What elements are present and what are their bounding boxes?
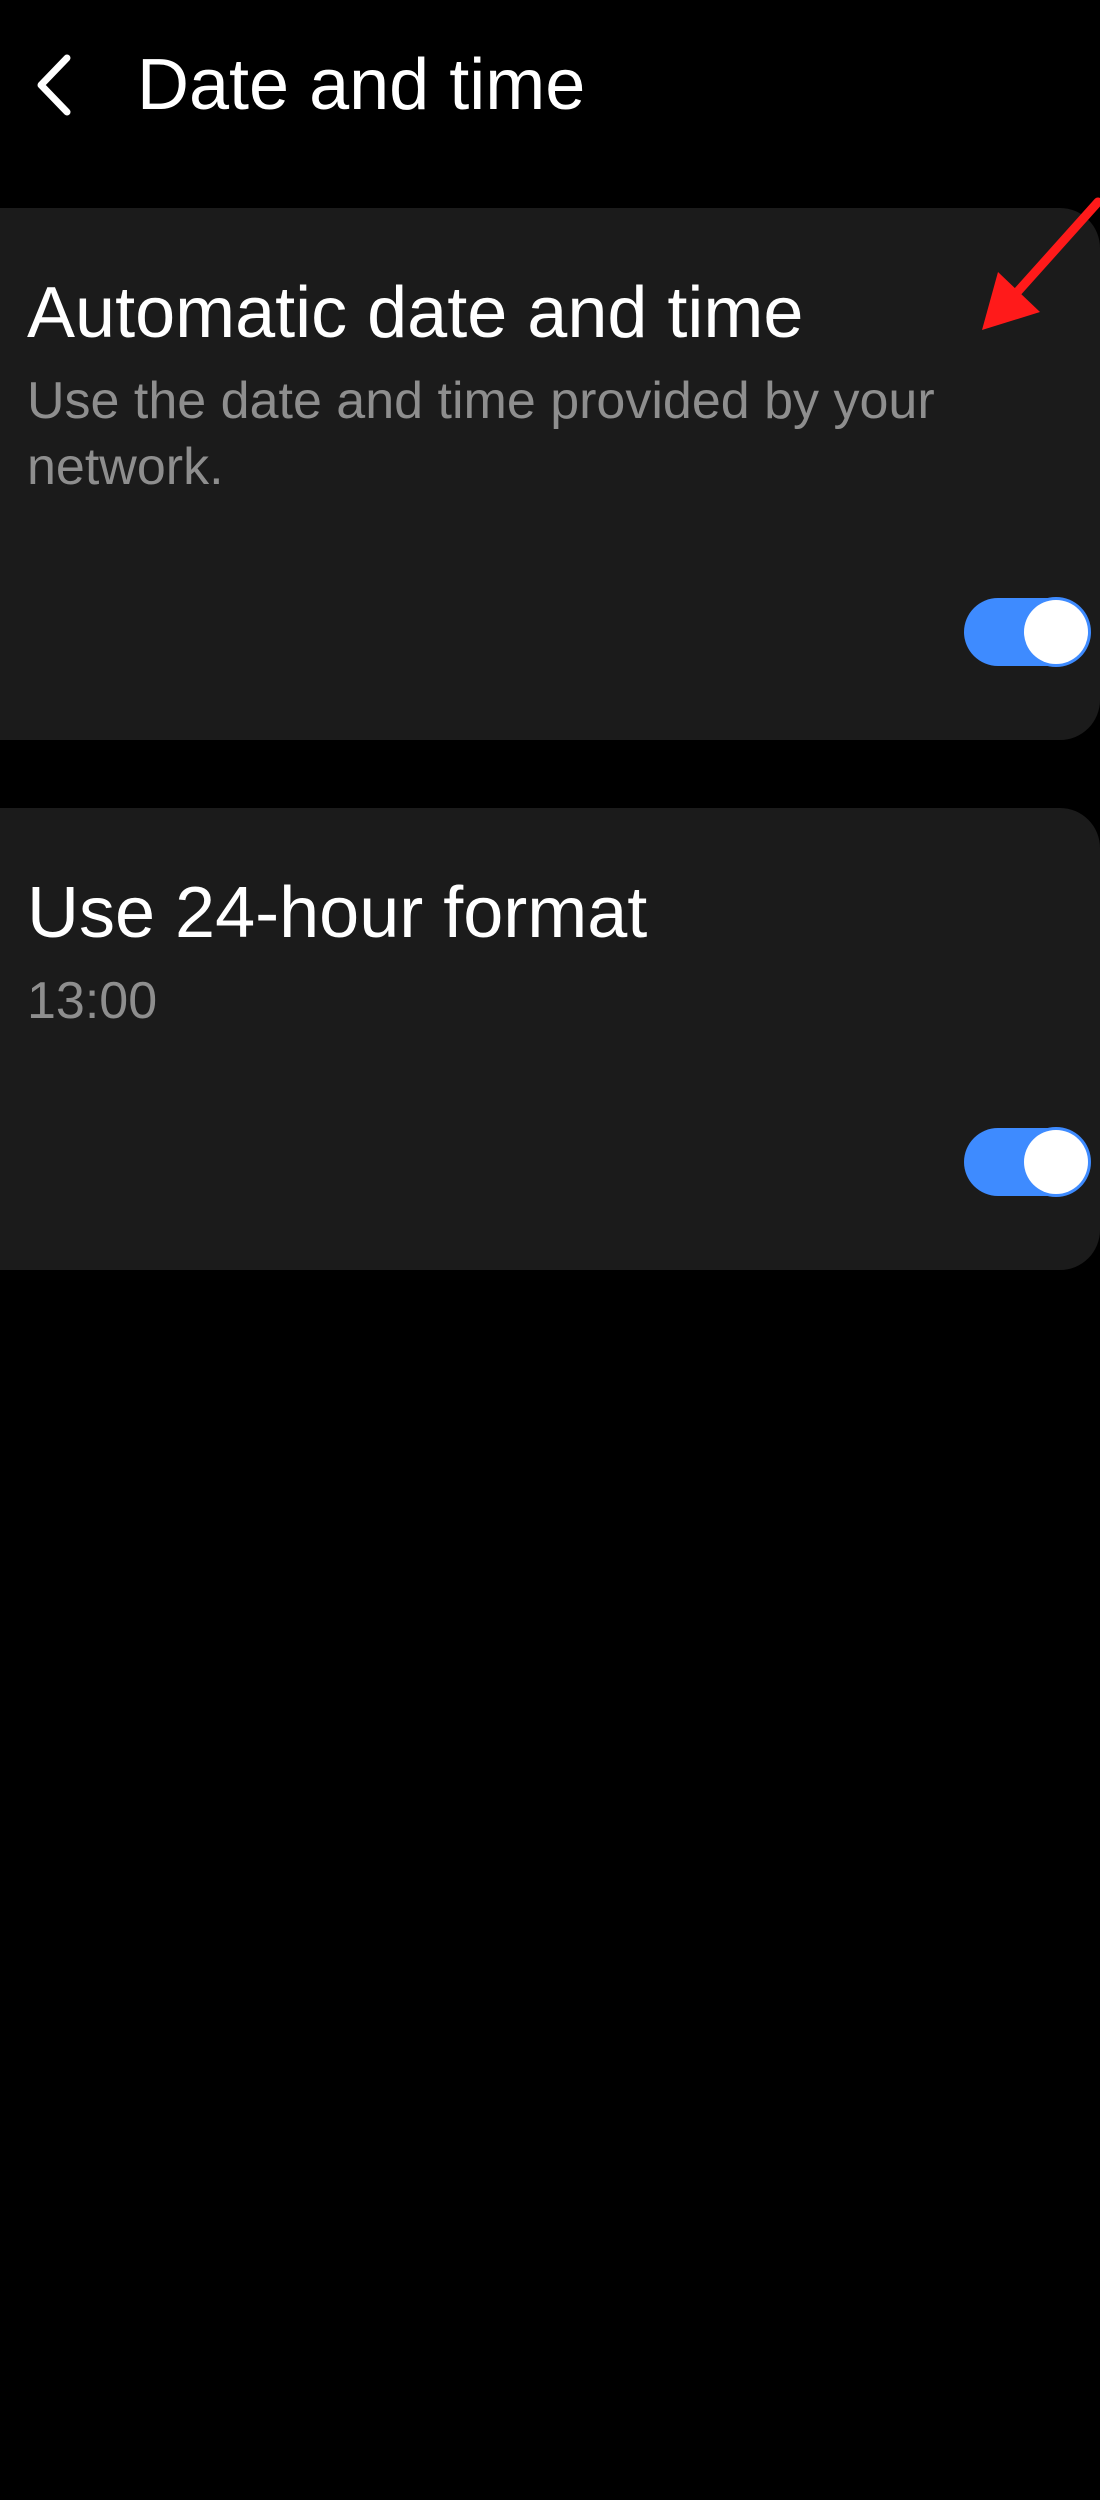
setting-24-hour-format[interactable]: Use 24-hour format 13:00 [0, 808, 1100, 1270]
annotation-arrow-icon [982, 197, 1100, 330]
toggle-knob [1024, 1130, 1088, 1194]
toggle-knob [1024, 600, 1088, 664]
back-button[interactable] [14, 40, 94, 130]
automatic-date-time-toggle[interactable] [964, 598, 1090, 666]
page-title: Date and time [137, 45, 586, 125]
setting-title: Automatic date and time [27, 273, 804, 353]
app-header: Date and time [0, 0, 1100, 170]
24-hour-format-toggle[interactable] [964, 1128, 1090, 1196]
setting-title: Use 24-hour format [27, 873, 648, 953]
chevron-left-icon [37, 54, 71, 116]
setting-description: Use the date and time provided by your n… [27, 372, 935, 496]
setting-description: 13:00 [27, 972, 158, 1030]
setting-automatic-date-time[interactable]: Automatic date and time Use the date and… [0, 208, 1100, 740]
